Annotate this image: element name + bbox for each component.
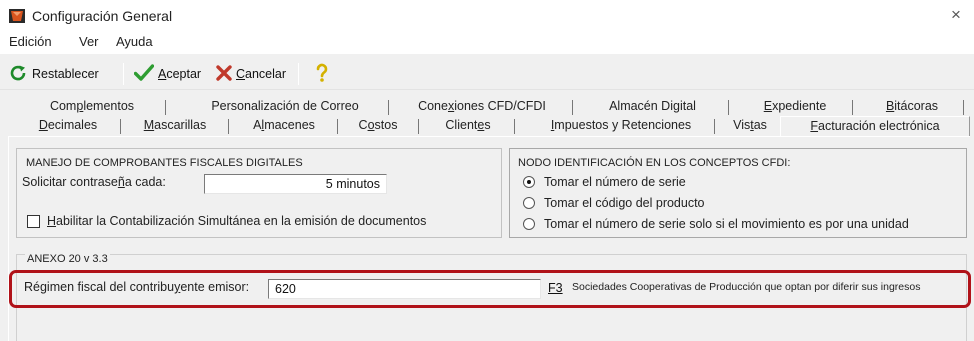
manejo-cfd-group: MANEJO DE COMPROBANTES FISCALES DIGITALE… bbox=[16, 148, 502, 238]
radio-button[interactable] bbox=[523, 176, 535, 188]
radio-codigo-producto[interactable]: Tomar el código del producto bbox=[523, 196, 705, 210]
tab-divider bbox=[852, 100, 853, 115]
restablecer-button[interactable]: Restablecer bbox=[10, 62, 99, 86]
password-interval-label: Solicitar contraseña cada: bbox=[22, 175, 166, 189]
nodo-identificacion-group: NODO IDENTIFICACIÓN EN LOS CONCEPTOS CFD… bbox=[509, 148, 967, 238]
habilitar-contabilizacion-label: Habilitar la Contabilización Simultánea … bbox=[47, 214, 427, 228]
cancelar-button[interactable]: Cancelar bbox=[216, 62, 286, 86]
window-title: Configuración General bbox=[32, 8, 173, 24]
nodo-title: NODO IDENTIFICACIÓN EN LOS CONCEPTOS CFD… bbox=[516, 157, 793, 169]
habilitar-contabilizacion-checkbox[interactable] bbox=[27, 215, 40, 228]
tab-vistas[interactable]: Vistas bbox=[728, 118, 772, 135]
menu-ver[interactable]: Ver bbox=[79, 34, 99, 49]
tab-clientes[interactable]: Clientes bbox=[440, 118, 496, 135]
tab-complementos[interactable]: Complementos bbox=[44, 99, 140, 116]
radio-button[interactable] bbox=[523, 197, 535, 209]
tab-divider bbox=[228, 119, 229, 134]
tab-expediente[interactable]: Expediente bbox=[755, 99, 835, 116]
menu-edicion[interactable]: Edición bbox=[9, 34, 52, 49]
tab-divider bbox=[572, 100, 573, 115]
help-icon bbox=[315, 63, 329, 86]
app-logo-icon bbox=[9, 9, 25, 23]
tab-divider bbox=[388, 100, 389, 115]
checkmark-icon bbox=[133, 63, 155, 85]
tab-divider bbox=[963, 100, 964, 115]
radio-button[interactable] bbox=[523, 218, 535, 230]
tab-divider bbox=[514, 119, 515, 134]
tab-personalizacion-correo[interactable]: Personalización de Correo bbox=[195, 99, 375, 116]
tab-almacenes[interactable]: Almacenes bbox=[248, 118, 320, 135]
menu-bar: Edición Ver Ayuda bbox=[0, 30, 974, 54]
tabs-row-1: Complementos Personalización de Correo C… bbox=[10, 99, 972, 116]
aceptar-button[interactable]: Aceptar bbox=[133, 62, 202, 86]
cancelar-label: Cancelar bbox=[236, 67, 287, 81]
tab-conexiones[interactable]: Conexiones CFD/CFDI bbox=[407, 99, 557, 116]
tab-impuestos-retenciones[interactable]: Impuestos y Retenciones bbox=[531, 118, 711, 135]
tab-mascarillas[interactable]: Mascarillas bbox=[140, 118, 210, 135]
tab-almacen-digital[interactable]: Almacén Digital bbox=[600, 99, 705, 116]
tabs-row-2: Decimales Mascarillas Almacenes Costos C… bbox=[10, 116, 972, 138]
tab-divider bbox=[337, 119, 338, 134]
restablecer-label: Restablecer bbox=[32, 67, 99, 81]
tab-divider bbox=[418, 119, 419, 134]
refresh-icon bbox=[10, 65, 28, 84]
anexo-title: ANEXO 20 v 3.3 bbox=[25, 253, 110, 265]
tab-divider bbox=[120, 119, 121, 134]
tab-decimales[interactable]: Decimales bbox=[36, 118, 100, 135]
toolbar-separator bbox=[298, 63, 299, 85]
x-mark-icon bbox=[216, 64, 232, 84]
configuracion-general-window: Configuración General × Edición Ver Ayud… bbox=[0, 0, 974, 341]
aceptar-label: Aceptar bbox=[158, 67, 202, 81]
password-interval-field[interactable]: 5 minutos bbox=[204, 174, 387, 194]
radio-numero-serie[interactable]: Tomar el número de serie bbox=[523, 175, 686, 189]
tab-costos[interactable]: Costos bbox=[355, 118, 401, 135]
tab-divider bbox=[728, 100, 729, 115]
manejo-title: MANEJO DE COMPROBANTES FISCALES DIGITALE… bbox=[24, 157, 305, 169]
radio-serie-una-unidad[interactable]: Tomar el número de serie solo si el movi… bbox=[523, 217, 909, 231]
title-bar: Configuración General × bbox=[0, 0, 974, 30]
tab-divider bbox=[714, 119, 715, 134]
tab-bitacoras[interactable]: Bitácoras bbox=[878, 99, 946, 116]
highlight-annotation bbox=[9, 270, 971, 308]
toolbar: Restablecer Aceptar Cancelar bbox=[0, 58, 974, 90]
tab-divider bbox=[165, 100, 166, 115]
help-button[interactable] bbox=[315, 62, 329, 86]
close-button[interactable]: × bbox=[944, 4, 968, 26]
tab-facturacion-electronica[interactable]: Facturación electrónica bbox=[780, 116, 970, 138]
menu-ayuda[interactable]: Ayuda bbox=[116, 34, 153, 49]
toolbar-separator bbox=[123, 63, 124, 85]
